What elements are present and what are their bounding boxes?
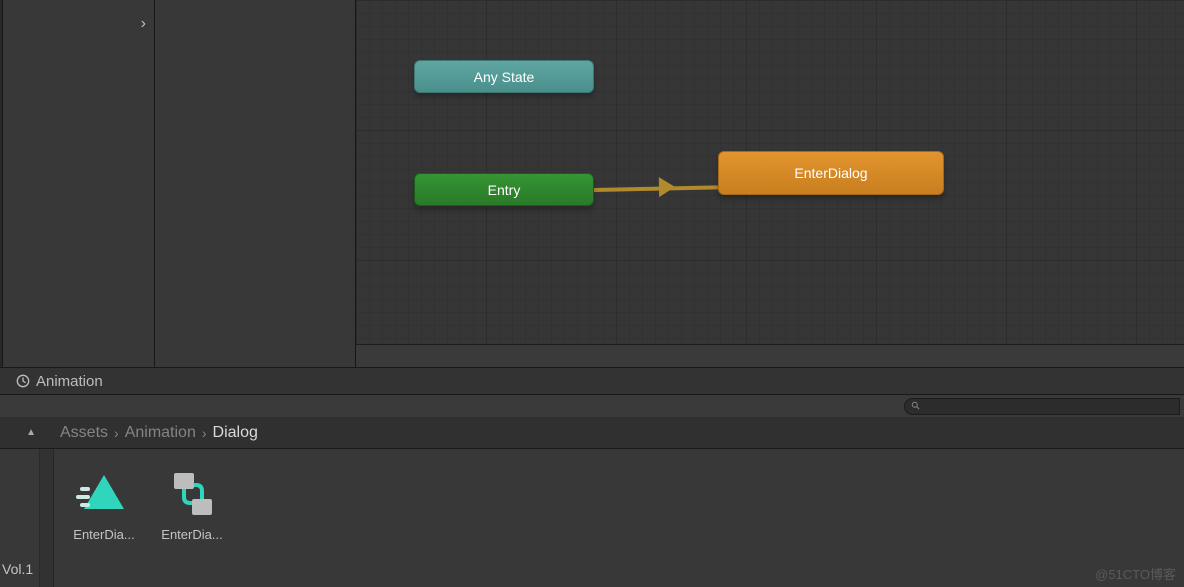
node-label: Any State [474, 69, 535, 85]
project-content: EnterDia... EnterDia... [0, 449, 1184, 587]
animator-graph[interactable]: Any State Entry EnterDialog [356, 0, 1184, 367]
clock-icon [16, 374, 30, 388]
asset-animator-controller[interactable]: EnterDia... [158, 467, 226, 542]
collapse-toggle-icon[interactable]: ▲ [0, 427, 40, 438]
assets-grid[interactable]: EnterDia... EnterDia... [54, 449, 1184, 587]
breadcrumb-item-animation[interactable]: Animation [125, 424, 196, 442]
animator-controller-icon [164, 467, 220, 519]
node-any-state[interactable]: Any State [414, 60, 594, 93]
asset-animation-clip[interactable]: EnterDia... [70, 467, 138, 542]
chevron-right-icon: › [114, 425, 119, 441]
breadcrumb-bar: ▲ Assets › Animation › Dialog [0, 417, 1184, 449]
search-icon [911, 401, 921, 411]
animation-tab[interactable]: Animation [0, 367, 1184, 395]
animator-parameters-panel: › [0, 0, 155, 367]
transition-arrow-icon [659, 177, 675, 197]
search-input[interactable] [904, 398, 1180, 415]
footer-volume-label: Vol.1 [2, 561, 33, 577]
animator-panel: › Any State Entry EnterDialog [0, 0, 1184, 367]
graph-footer [356, 344, 1184, 367]
animator-layers-panel [155, 0, 356, 367]
node-label: Entry [488, 182, 521, 198]
node-entry[interactable]: Entry [414, 173, 594, 206]
panel-divider[interactable] [0, 0, 3, 367]
breadcrumb: Assets › Animation › Dialog [40, 424, 258, 442]
tree-scrollbar[interactable] [40, 449, 54, 587]
chevron-right-icon[interactable]: › [141, 15, 146, 33]
asset-label: EnterDia... [158, 527, 226, 542]
breadcrumb-item-assets[interactable]: Assets [60, 424, 108, 442]
asset-label: EnterDia... [70, 527, 138, 542]
node-label: EnterDialog [794, 165, 867, 181]
tab-label: Animation [36, 373, 103, 390]
node-enter-dialog[interactable]: EnterDialog [718, 151, 944, 195]
project-toolbar [0, 395, 1184, 417]
animation-clip-icon [76, 467, 132, 519]
watermark: @51CTO博客 [1095, 564, 1176, 583]
chevron-right-icon: › [202, 425, 207, 441]
breadcrumb-item-dialog[interactable]: Dialog [213, 424, 258, 442]
